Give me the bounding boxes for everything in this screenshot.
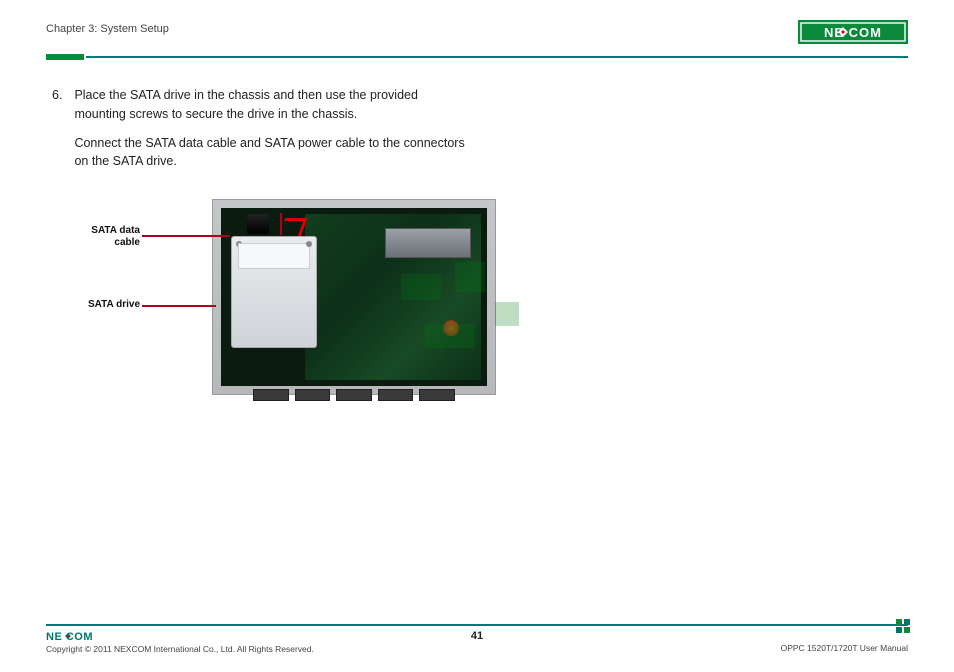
page-footer: NE COM Copyright © 2011 NEXCOM Internati… <box>46 624 908 654</box>
chip <box>495 302 519 326</box>
rule-accent <box>46 54 84 60</box>
page-header: Chapter 3: System Setup NE COM <box>46 20 908 48</box>
step-text-2: Connect the SATA data cable and SATA pow… <box>74 134 472 172</box>
port <box>378 389 414 401</box>
port <box>253 389 289 401</box>
footer-row: NE COM Copyright © 2011 NEXCOM Internati… <box>46 630 908 654</box>
leader-line <box>142 305 216 307</box>
chip <box>455 262 485 292</box>
brand-logo-header: NE COM <box>798 20 908 44</box>
callout-drive: SATA drive <box>72 299 140 311</box>
port <box>419 389 455 401</box>
port <box>295 389 331 401</box>
leader-line <box>280 213 282 235</box>
chassis-photo <box>212 199 496 395</box>
motherboard <box>305 214 481 380</box>
callout-data: SATA data cable <box>72 225 140 248</box>
chassis-interior <box>221 208 487 386</box>
heatsink <box>385 228 471 258</box>
chip <box>401 274 441 300</box>
page-root: Chapter 3: System Setup NE COM 6. Place … <box>0 0 954 672</box>
rear-ports <box>253 389 455 401</box>
svg-text:NE COM: NE COM <box>824 25 882 40</box>
step-text-1: Place the SATA drive in the chassis and … <box>74 86 472 124</box>
rule-line <box>86 56 908 58</box>
sata-data-cable <box>247 214 269 234</box>
port <box>336 389 372 401</box>
chapter-title: Chapter 3: System Setup <box>46 23 169 35</box>
manual-title: OPPC 1520T/1720T User Manual <box>781 643 908 653</box>
copyright-text: Copyright © 2011 NEXCOM International Co… <box>46 644 314 654</box>
footer-rule <box>46 624 908 626</box>
step-body: Place the SATA drive in the chassis and … <box>74 86 472 181</box>
drive-label <box>238 243 310 269</box>
sata-drive <box>231 236 317 348</box>
chip <box>425 324 475 348</box>
content-area: 6. Place the SATA drive in the chassis a… <box>46 60 908 395</box>
step-number: 6. <box>52 86 62 181</box>
figure: SATA power cable SATA data cable SATA dr… <box>72 199 492 395</box>
leader-line <box>142 235 230 237</box>
instruction-step: 6. Place the SATA drive in the chassis a… <box>52 86 472 181</box>
page-number: 41 <box>46 630 908 642</box>
